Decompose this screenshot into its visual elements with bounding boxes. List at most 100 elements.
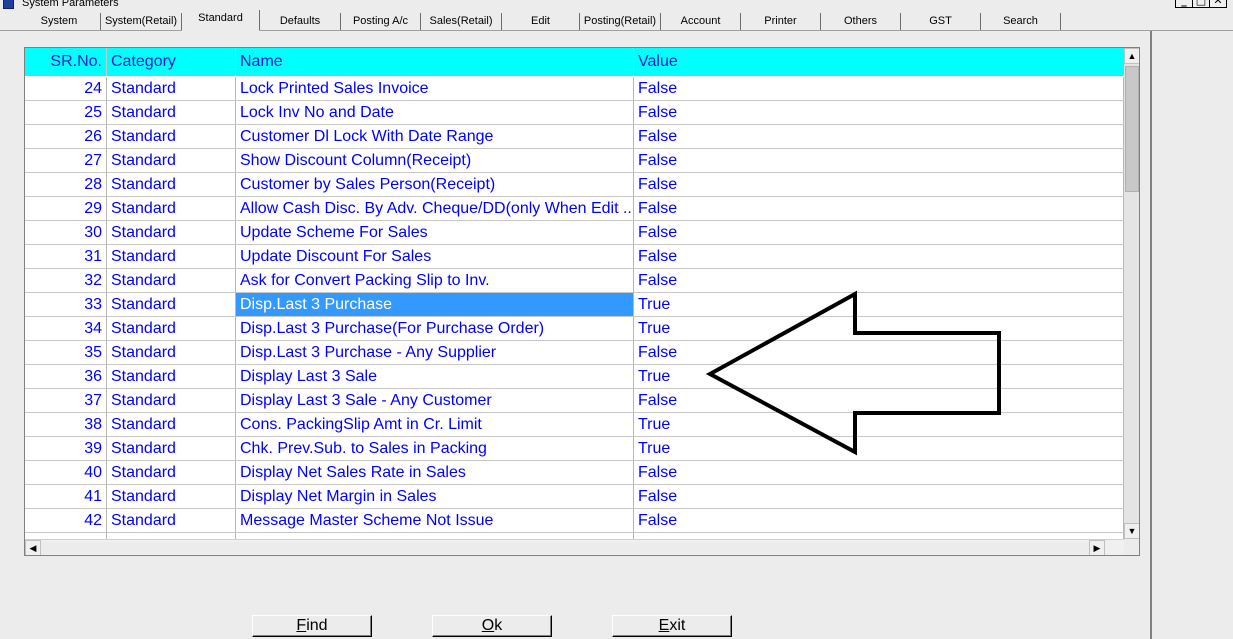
tab-others[interactable]: Others [821,13,901,30]
table-row[interactable]: 40 Standard Display Net Sales Rate in Sale… [25,461,1124,485]
cell-category[interactable]: Standard [107,245,236,269]
scroll-right-icon[interactable]: ▶ [1089,540,1105,555]
restore-button[interactable]: □ [1192,0,1210,8]
tab-system[interactable]: System [18,13,101,30]
cell-value[interactable]: False [634,485,1124,509]
ok-button[interactable]: Ok [432,615,552,637]
cell-name[interactable]: Disp.Last 3 Purchase - Any Supplier [236,341,634,365]
cell-name[interactable]: Message Master Scheme Not Issue [236,509,634,533]
cell-srno[interactable]: 27 [25,149,107,173]
cell-name[interactable]: Show Discount Column(Receipt) [236,149,634,173]
cell-srno[interactable]: 36 [25,365,107,389]
cell-value[interactable]: False [634,461,1124,485]
cell-value[interactable]: False [634,77,1124,101]
table-row[interactable]: 28 Standard Customer by Sales Person(Recei… [25,173,1124,197]
cell-name[interactable]: Display Last 3 Sale [236,365,634,389]
column-header-value[interactable]: Value [634,48,1124,76]
cell-name[interactable]: Update Scheme For Sales [236,221,634,245]
cell-category[interactable]: Standard [107,269,236,293]
cell-category[interactable]: Standard [107,173,236,197]
vertical-scroll-thumb[interactable] [1125,66,1139,192]
cell-category[interactable]: Standard [107,197,236,221]
cell-name[interactable]: Display Last 3 Sale - Any Customer [236,389,634,413]
cell-srno[interactable]: 31 [25,245,107,269]
horizontal-scrollbar[interactable]: ◀ ▶ [25,539,1124,555]
tab-sales-retail[interactable]: Sales(Retail) [421,13,502,30]
cell-category[interactable]: Standard [107,509,236,533]
vertical-scrollbar[interactable]: ▲ ▼ [1124,48,1139,539]
cell-name[interactable]: Ask for Convert Packing Slip to Inv. [236,269,634,293]
cell-srno[interactable]: 39 [25,437,107,461]
column-header-category[interactable]: Category [107,48,236,76]
cell-srno[interactable]: 26 [25,125,107,149]
table-row[interactable]: 29 Standard Allow Cash Disc. By Adv. Chequ… [25,197,1124,221]
cell-name[interactable]: Update Discount For Sales [236,245,634,269]
cell-srno[interactable]: 28 [25,173,107,197]
table-row[interactable]: 26 Standard Customer Dl Lock With Date Ran… [25,125,1124,149]
cell-category[interactable]: Standard [107,437,236,461]
tab-search[interactable]: Search [981,13,1061,30]
cell-srno[interactable]: 40 [25,461,107,485]
cell-category[interactable]: Standard [107,365,236,389]
cell-name[interactable]: Cons. PackingSlip Amt in Cr. Limit [236,413,634,437]
tab-standard[interactable]: Standard [182,10,260,31]
tab-account[interactable]: Account [661,13,741,30]
cell-name[interactable]: Display Net Margin in Sales [236,485,634,509]
cell-value[interactable]: False [634,125,1124,149]
cell-category[interactable]: Standard [107,149,236,173]
cell-value[interactable]: False [634,173,1124,197]
cell-srno[interactable]: 37 [25,389,107,413]
cell-srno[interactable]: 29 [25,197,107,221]
table-row[interactable]: 27 Standard Show Discount Column(Receipt) F… [25,149,1124,173]
cell-category[interactable]: Standard [107,485,236,509]
table-row[interactable]: 25 Standard Lock Inv No and Date False [25,101,1124,125]
tab-edit[interactable]: Edit [502,13,580,30]
column-header-name[interactable]: Name [236,48,634,76]
cell-srno[interactable]: 34 [25,317,107,341]
cell-name[interactable]: Lock Inv No and Date [236,101,634,125]
cell-name[interactable]: Customer by Sales Person(Receipt) [236,173,634,197]
cell-category[interactable]: Standard [107,77,236,101]
exit-button[interactable]: Exit [612,615,732,637]
cell-value[interactable]: False [634,149,1124,173]
tab-posting-ac[interactable]: Posting A/c [341,13,421,30]
cell-value[interactable]: False [634,101,1124,125]
cell-srno[interactable]: 24 [25,77,107,101]
table-row[interactable]: 41 Standard Display Net Margin in Sales Fal… [25,485,1124,509]
tab-printer[interactable]: Printer [741,13,821,30]
cell-srno[interactable]: 25 [25,101,107,125]
cell-name[interactable]: Chk. Prev.Sub. to Sales in Packing [236,437,634,461]
close-button[interactable]: ✕ [1209,0,1227,8]
cell-srno[interactable]: 41 [25,485,107,509]
cell-name[interactable]: Disp.Last 3 Purchase [236,293,634,317]
cell-category[interactable]: Standard [107,413,236,437]
tab-system-retail[interactable]: System(Retail) [101,13,182,30]
cell-category[interactable]: Standard [107,389,236,413]
cell-value[interactable]: False [634,509,1124,533]
cell-category[interactable]: Standard [107,341,236,365]
cell-value[interactable]: False [634,221,1124,245]
cell-category[interactable]: Standard [107,293,236,317]
table-row[interactable]: 31 Standard Update Discount For Sales False [25,245,1124,269]
cell-name[interactable]: Customer Dl Lock With Date Range [236,125,634,149]
cell-name[interactable]: Display Net Sales Rate in Sales [236,461,634,485]
cell-srno[interactable]: 32 [25,269,107,293]
cell-category[interactable]: Standard [107,125,236,149]
cell-value[interactable]: False [634,197,1124,221]
table-row[interactable]: 24 Standard Lock Printed Sales Invoice Fals… [25,77,1124,101]
cell-srno[interactable]: 35 [25,341,107,365]
cell-srno[interactable]: 33 [25,293,107,317]
tab-posting-retail[interactable]: Posting(Retail) [580,13,661,30]
find-button[interactable]: Find [252,615,372,637]
cell-category[interactable]: Standard [107,461,236,485]
scroll-left-icon[interactable]: ◀ [25,540,41,555]
table-row[interactable]: 42 Standard Message Master Scheme Not Issu… [25,509,1124,533]
scroll-down-icon[interactable]: ▼ [1124,523,1139,539]
horizontal-scroll-thumb[interactable] [41,542,1089,554]
cell-name[interactable]: Allow Cash Disc. By Adv. Cheque/DD(only … [236,197,634,221]
column-header-srno[interactable]: SR.No. [25,48,107,76]
cell-category[interactable]: Standard [107,101,236,125]
cell-value[interactable]: False [634,245,1124,269]
tab-defaults[interactable]: Defaults [260,13,341,30]
cell-srno[interactable]: 30 [25,221,107,245]
